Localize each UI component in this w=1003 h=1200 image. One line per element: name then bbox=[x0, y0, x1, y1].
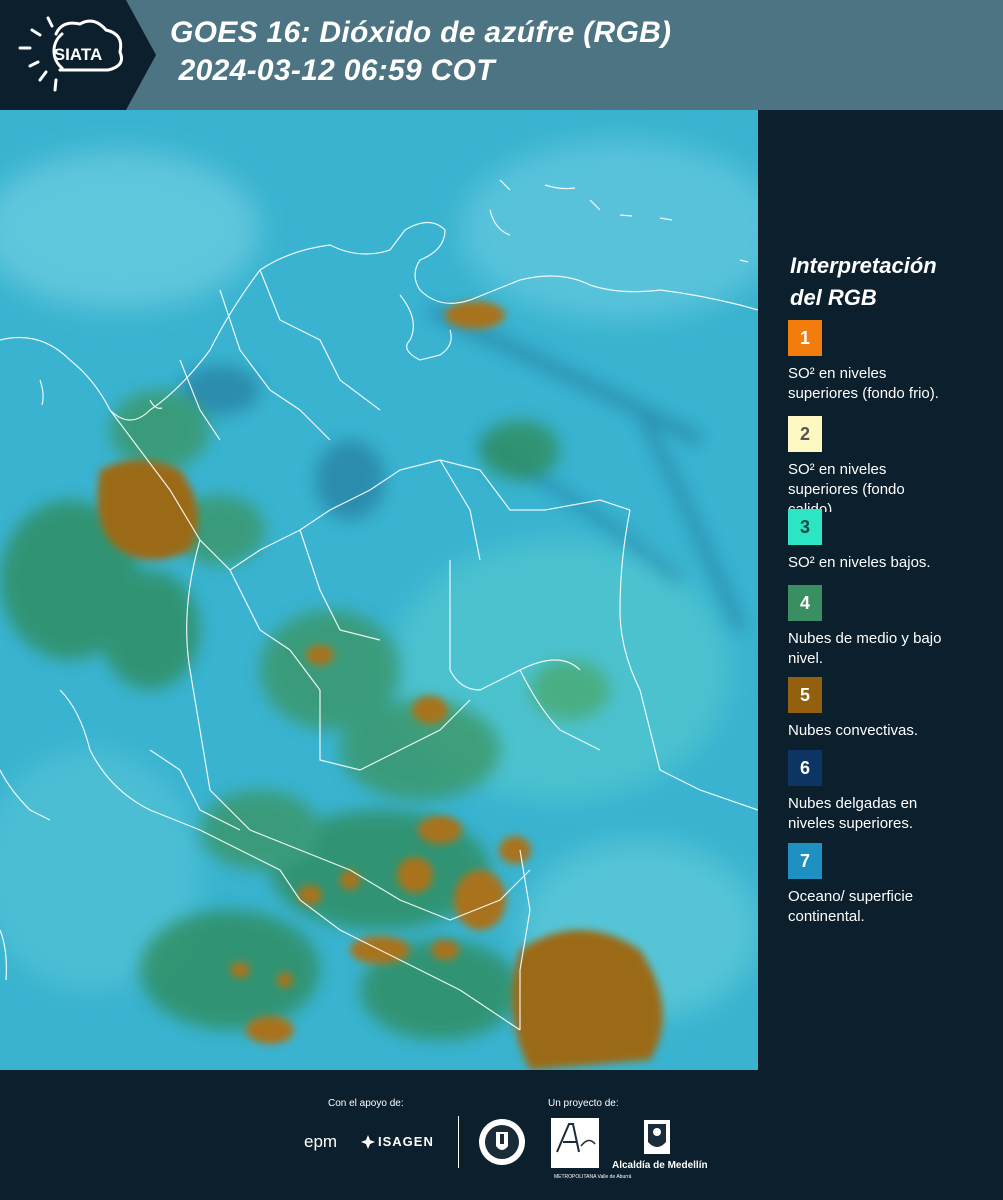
satellite-map[interactable] bbox=[0, 110, 758, 1070]
legend-swatch: 5 bbox=[788, 677, 822, 713]
legend-text-line: superiores (fondo frio). bbox=[788, 385, 939, 402]
legend-number: 7 bbox=[799, 850, 810, 871]
legend-text-line: nivel. bbox=[788, 650, 824, 667]
legend-text: SO² en niveles bajos. bbox=[788, 553, 988, 573]
legend-text: SO² en niveles superiores (fondo frio). bbox=[788, 364, 988, 404]
legend-number: 1 bbox=[799, 327, 810, 348]
legend-text-line: SO² en niveles bbox=[788, 365, 887, 382]
medellin-seal-icon bbox=[479, 1119, 525, 1165]
area-metropolitana-line1: METROPOLITANA bbox=[554, 1174, 597, 1180]
legend-item-6: 6 Nubes delgadas en niveles superiores. bbox=[788, 750, 988, 834]
legend-text-line: Nubes de medio y bajo bbox=[788, 630, 942, 647]
legend-swatch: 4 bbox=[788, 585, 822, 621]
isagen-logo: ISAGEN bbox=[378, 1134, 434, 1149]
legend-text: Oceano/ superficie continental. bbox=[788, 887, 988, 927]
legend-text-line: superiores (fondo bbox=[788, 481, 905, 498]
alcaldia-logo-text: Alcaldía de Medellín bbox=[612, 1160, 708, 1171]
legend-swatch: 3 bbox=[788, 509, 822, 545]
legend-number: 2 bbox=[799, 423, 810, 444]
logo-text: SIATA bbox=[54, 45, 102, 64]
footer-bar: Con el apoyo de: Un proyecto de: epm ISA… bbox=[0, 1070, 1003, 1200]
legend-title-line1: Interpretación bbox=[790, 253, 937, 278]
legend-swatch: 2 bbox=[788, 416, 822, 452]
page-title: GOES 16: Dióxido de azúfre (RGB) 2024-03… bbox=[170, 14, 671, 90]
legend-text-line: niveles superiores. bbox=[788, 815, 914, 832]
legend-number: 5 bbox=[799, 684, 810, 705]
legend-item-2: 2 SO² en niveles superiores (fondo calid… bbox=[788, 416, 988, 512]
legend-item-1: 1 SO² en niveles superiores (fondo frio)… bbox=[788, 320, 988, 404]
legend-text: Nubes convectivas. bbox=[788, 721, 988, 741]
legend-item-7: 7 Oceano/ superficie continental. bbox=[788, 843, 988, 927]
isagen-icon bbox=[361, 1135, 375, 1149]
satellite-image bbox=[0, 110, 758, 1070]
project-label: Un proyecto de: bbox=[548, 1098, 619, 1109]
legend-swatch: 1 bbox=[788, 320, 822, 356]
support-label: Con el apoyo de: bbox=[328, 1098, 404, 1109]
legend-text-line: continental. bbox=[788, 908, 865, 925]
legend-text-line: SO² en niveles bajos. bbox=[788, 554, 931, 571]
legend-text: Nubes delgadas en niveles superiores. bbox=[788, 794, 988, 834]
legend-text: Nubes de medio y bajo nivel. bbox=[788, 629, 988, 669]
area-metropolitana-line2: Valle de Aburrá bbox=[597, 1174, 632, 1180]
title-product: GOES 16: Dióxido de azúfre (RGB) bbox=[170, 16, 672, 49]
legend-swatch: 7 bbox=[788, 843, 822, 879]
legend-number: 3 bbox=[799, 516, 810, 537]
legend-title-line2: del RGB bbox=[790, 285, 877, 310]
alcaldia-shield-icon bbox=[644, 1120, 670, 1154]
logo-panel: SIATA bbox=[0, 0, 156, 110]
legend-number: 4 bbox=[799, 592, 810, 613]
legend-text: SO² en niveles superiores (fondo calido)… bbox=[788, 460, 988, 512]
legend-title: Interpretación del RGB bbox=[790, 250, 937, 314]
legend-text-line: Oceano/ superficie bbox=[788, 888, 914, 905]
legend-text-line: SO² en niveles bbox=[788, 461, 887, 478]
legend-text-line: Nubes convectivas. bbox=[788, 722, 919, 739]
area-metropolitana-logo-icon bbox=[551, 1118, 599, 1168]
legend-item-5: 5 Nubes convectivas. bbox=[788, 677, 988, 741]
title-timestamp: 2024-03-12 06:59 COT bbox=[170, 54, 495, 87]
epm-logo: epm bbox=[304, 1132, 338, 1151]
footer-divider bbox=[458, 1116, 459, 1168]
header-bar: SIATA GOES 16: Dióxido de azúfre (RGB) 2… bbox=[0, 0, 1003, 110]
legend-panel: Interpretación del RGB 1 SO² en niveles … bbox=[758, 110, 1003, 1070]
legend-swatch: 6 bbox=[788, 750, 822, 786]
legend-item-4: 4 Nubes de medio y bajo nivel. bbox=[788, 585, 988, 669]
area-metropolitana-text: METROPOLITANA Valle de Aburrá bbox=[554, 1174, 631, 1180]
legend-item-3: 3 SO² en niveles bajos. bbox=[788, 509, 988, 573]
legend-text-line: Nubes delgadas en bbox=[788, 795, 918, 812]
legend-number: 6 bbox=[799, 757, 810, 778]
